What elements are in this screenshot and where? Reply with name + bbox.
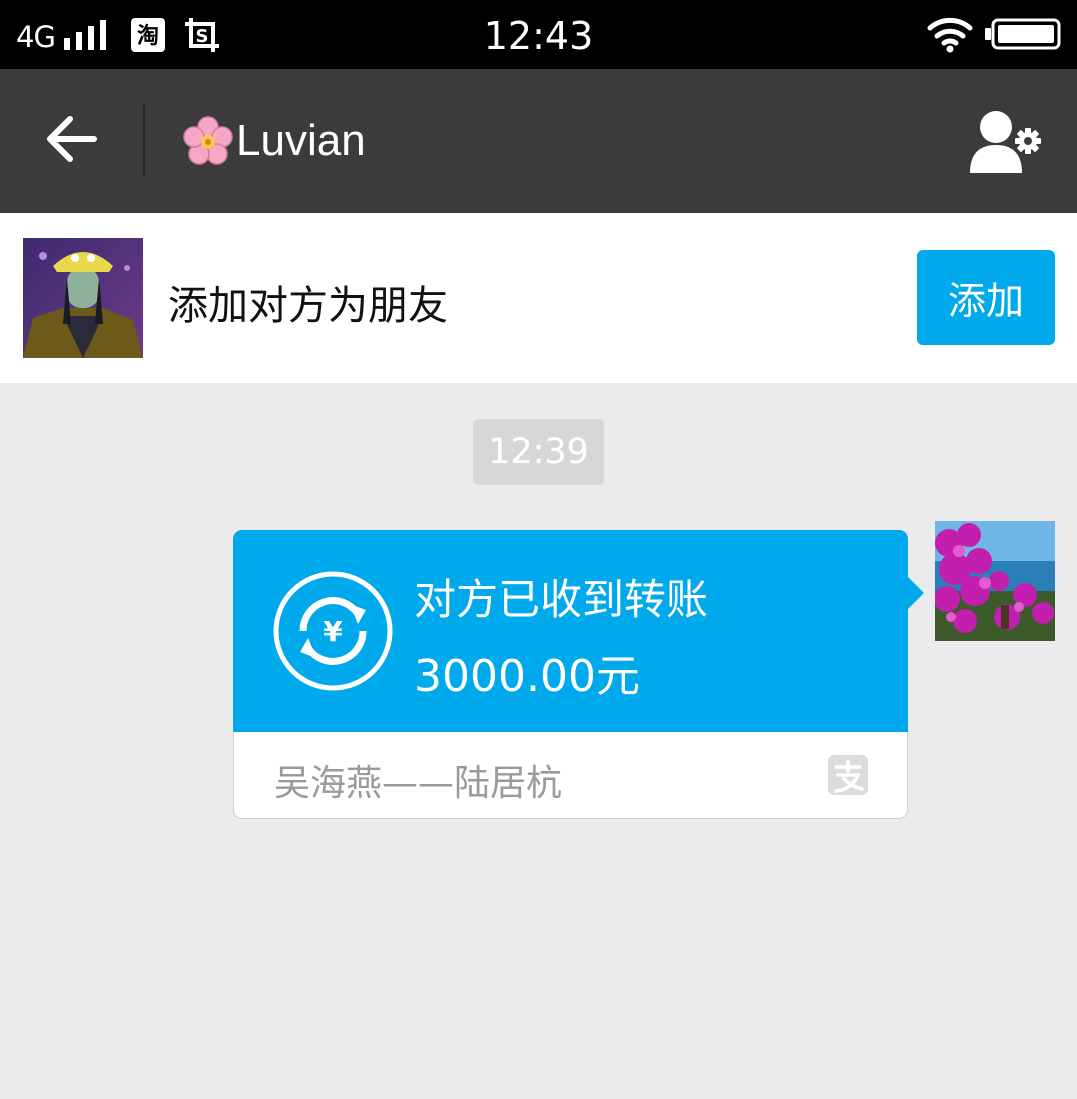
status-bar: 4G 淘 S 12:43 [0,0,1077,69]
svg-text:¥: ¥ [323,615,343,648]
add-friend-prompt: 添加对方为朋友 [168,283,448,329]
add-friend-button[interactable]: 添加 [917,250,1055,345]
person-settings-icon[interactable] [966,109,1048,175]
transfer-card-header: ¥ 对方已收到转账 3000.00元 [233,530,908,732]
cherry-blossom-icon [183,116,233,165]
chat-title: Luvian [182,111,366,171]
transfer-card-footer: 吴海燕——陆居杭 [234,732,907,818]
transfer-status: 对方已收到转账 [414,575,709,624]
transfer-amount: 3000.00元 [414,651,640,702]
contact-avatar[interactable] [23,238,143,358]
add-friend-bar: 添加对方为朋友 添加 [0,213,1077,383]
message-timestamp: 12:39 [473,419,604,485]
my-avatar[interactable] [935,521,1055,641]
header-divider [143,105,145,177]
back-arrow-icon[interactable] [40,107,104,171]
chat-header: Luvian [0,69,1077,213]
alipay-icon [828,755,868,795]
status-time: 12:43 [483,14,594,58]
transfer-memo: 吴海燕——陆居杭 [274,763,563,804]
chat-title-text: Luvian [236,116,366,165]
battery-icon [985,18,1061,50]
wifi-icon [927,17,973,53]
yuan-transfer-icon: ¥ [273,571,393,691]
bubble-tail [908,577,924,609]
transfer-message-card[interactable]: ¥ 对方已收到转账 3000.00元 吴海燕——陆居杭 [233,530,924,819]
